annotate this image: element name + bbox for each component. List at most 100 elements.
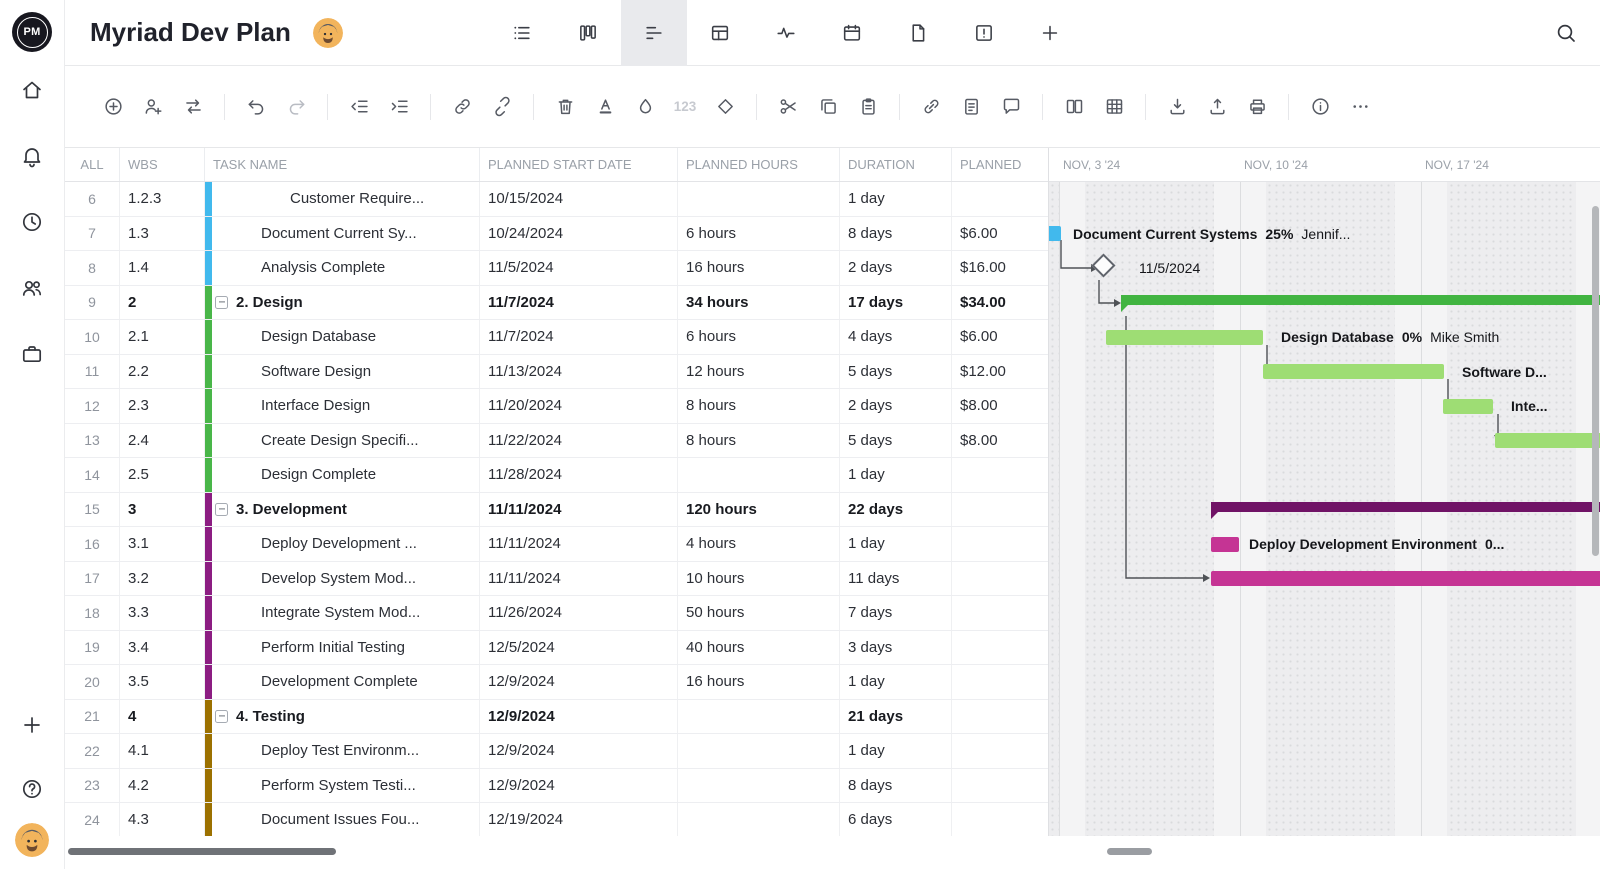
sidebar-create-button[interactable] [20, 713, 44, 737]
toolbar-outdent-button[interactable] [339, 87, 379, 127]
planned-hours-cell [678, 699, 840, 733]
help-icon [20, 777, 44, 801]
task-color-bar [205, 423, 212, 457]
row-number: 17 [65, 561, 120, 595]
toolbar-link-button[interactable] [442, 87, 482, 127]
toolbar-attachment-button[interactable] [911, 87, 951, 127]
table-horizontal-scrollbar[interactable] [68, 848, 336, 855]
toolbar-grid-columns-button[interactable] [1094, 87, 1134, 127]
toolbar-undo-button[interactable] [236, 87, 276, 127]
main-area: Myriad Dev Plan 123 ALL WBS TASK NAME PLANN… [65, 0, 1600, 869]
list-view-icon [511, 22, 533, 44]
row-number: 24 [65, 803, 120, 836]
app-logo[interactable]: PM [12, 12, 52, 52]
tab-board[interactable] [555, 0, 621, 66]
toolbar-more-button[interactable] [1340, 87, 1380, 127]
gantt-task-bar[interactable] [1263, 364, 1444, 380]
toolbar-delete-button[interactable] [545, 87, 585, 127]
toolbar-redo-button[interactable] [276, 87, 316, 127]
table-row[interactable]: 24 4.3 Document Issues Fou... 12/19/2024 6 d… [65, 803, 1048, 836]
tab-sheet[interactable] [687, 0, 753, 66]
gantt-summary-bar[interactable] [1211, 501, 1600, 519]
toolbar-comment-button[interactable] [991, 87, 1031, 127]
toolbar-export-button[interactable] [1197, 87, 1237, 127]
table-row[interactable]: 18 3.3 Integrate System Mod... 11/26/2024 50… [65, 596, 1048, 631]
toolbar-split-view-button[interactable] [1054, 87, 1094, 127]
table-row[interactable]: 8 1.4 Analysis Complete 11/5/2024 16 hours 2 … [65, 251, 1048, 286]
tab-add-view[interactable] [1017, 0, 1083, 66]
collapse-toggle-icon[interactable] [215, 709, 228, 723]
tab-list[interactable] [489, 0, 555, 66]
toolbar-cut-button[interactable] [768, 87, 808, 127]
gantt-task-bar[interactable] [1495, 433, 1600, 449]
table-row[interactable]: 17 3.2 Develop System Mod... 11/11/2024 10 h… [65, 561, 1048, 596]
table-row[interactable]: 20 3.5 Development Complete 12/9/2024 16 hou… [65, 665, 1048, 700]
toolbar-add-task-button[interactable] [93, 87, 133, 127]
table-row[interactable]: 22 4.1 Deploy Test Environm... 12/9/2024 1 d… [65, 734, 1048, 769]
toolbar-import-button[interactable] [1157, 87, 1197, 127]
tab-issues[interactable] [951, 0, 1017, 66]
toolbar-copy-button[interactable] [808, 87, 848, 127]
toolbar-indent-button[interactable] [379, 87, 419, 127]
collapse-toggle-icon[interactable] [215, 295, 228, 309]
table-row[interactable]: 14 2.5 Design Complete 11/28/2024 1 day [65, 458, 1048, 493]
planned-cost-cell: $16.00 [960, 259, 1006, 277]
gantt-task-bar[interactable] [1106, 329, 1263, 345]
sidebar-projects-button[interactable] [20, 342, 44, 366]
grid-icon [1104, 96, 1125, 117]
toolbar-paste-button[interactable] [848, 87, 888, 127]
table-row[interactable]: 13 2.4 Create Design Specifi... 11/22/2024 8… [65, 423, 1048, 458]
tab-activity[interactable] [753, 0, 819, 66]
table-row[interactable]: 11 2.2 Software Design 11/13/2024 12 hours 5 … [65, 354, 1048, 389]
tab-calendar[interactable] [819, 0, 885, 66]
row-number: 19 [65, 630, 120, 664]
sidebar-home-button[interactable] [20, 78, 44, 102]
tab-gantt[interactable] [621, 0, 687, 66]
tab-document[interactable] [885, 0, 951, 66]
toolbar-print-button[interactable] [1237, 87, 1277, 127]
row-number: 13 [65, 423, 120, 457]
sidebar-notifications-button[interactable] [20, 144, 44, 168]
toolbar-dependencies-button[interactable] [173, 87, 213, 127]
wbs-cell: 2.3 [120, 389, 205, 423]
sidebar-recent-button[interactable] [20, 210, 44, 234]
table-row[interactable]: 6 1.2.3 Customer Require... 10/15/2024 1 day [65, 182, 1048, 217]
table-row[interactable]: 23 4.2 Perform System Testi... 12/9/2024 8 d… [65, 768, 1048, 803]
toolbar-font-color-button[interactable] [585, 87, 625, 127]
task-color-bar [205, 320, 212, 354]
vertical-scrollbar[interactable] [1592, 206, 1599, 556]
table-row[interactable]: 15 3 3. Development 11/11/2024 120 hours 22 d… [65, 492, 1048, 527]
table-row[interactable]: 21 4 4. Testing 12/9/2024 21 days [65, 699, 1048, 734]
toolbar-assign-button[interactable] [133, 87, 173, 127]
table-row[interactable]: 7 1.3 Document Current Sy... 10/24/2024 6 ho… [65, 216, 1048, 251]
table-row[interactable]: 19 3.4 Perform Initial Testing 12/5/2024 40 … [65, 630, 1048, 665]
table-row[interactable]: 9 2 2. Design 11/7/2024 34 hours 17 days $34.0… [65, 285, 1048, 320]
gantt-task-bar[interactable] [1211, 571, 1600, 587]
toolbar-fill-color-button[interactable] [625, 87, 665, 127]
task-color-bar [205, 699, 212, 733]
user-avatar[interactable] [15, 823, 49, 857]
gantt-task-bar[interactable] [1443, 398, 1493, 414]
sidebar-help-button[interactable] [20, 777, 44, 801]
gantt-horizontal-scrollbar[interactable] [1107, 848, 1152, 855]
gantt-task-bar[interactable] [1211, 536, 1239, 552]
toolbar-unlink-button[interactable] [482, 87, 522, 127]
table-row[interactable]: 10 2.1 Design Database 11/7/2024 6 hours 4 da… [65, 320, 1048, 355]
table-row[interactable]: 16 3.1 Deploy Development ... 11/11/2024 4 h… [65, 527, 1048, 562]
toolbar-milestone-button[interactable] [705, 87, 745, 127]
search-button[interactable] [1554, 21, 1578, 45]
gantt-milestone[interactable] [1091, 253, 1116, 278]
gantt-task-bar[interactable] [1049, 226, 1061, 242]
sidebar-team-button[interactable] [20, 276, 44, 300]
planned-start-cell: 12/9/2024 [480, 734, 678, 768]
task-name: Integrate System Mod... [261, 604, 421, 622]
column-header-all[interactable]: ALL [65, 148, 120, 181]
toolbar-info-button[interactable] [1300, 87, 1340, 127]
project-owner-avatar[interactable] [312, 17, 343, 48]
wbs-cell: 2.1 [120, 320, 205, 354]
toolbar-notes-button[interactable] [951, 87, 991, 127]
table-row[interactable]: 12 2.3 Interface Design 11/20/2024 8 hours 2 … [65, 389, 1048, 424]
collapse-toggle-icon[interactable] [215, 502, 228, 516]
gantt-summary-bar[interactable] [1121, 294, 1600, 312]
fill-icon [635, 96, 656, 117]
